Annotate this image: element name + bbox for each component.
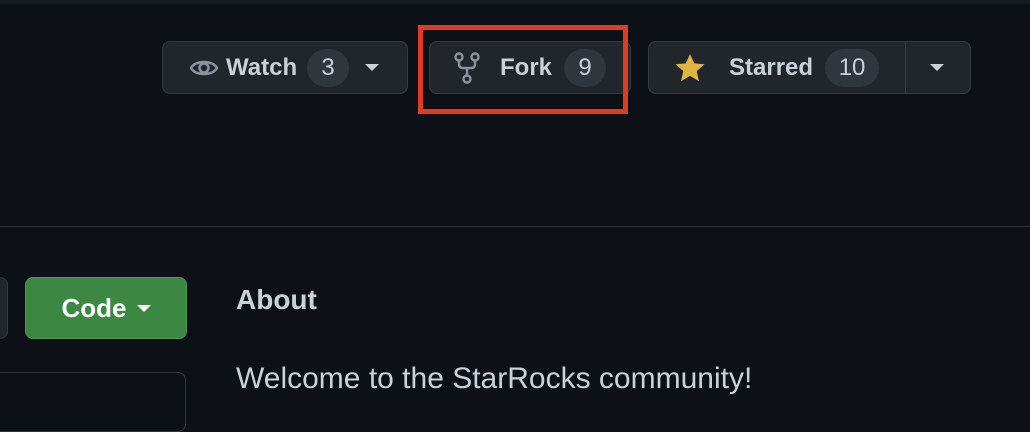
fork-label: Fork — [500, 53, 553, 81]
about-title: About — [236, 284, 317, 315]
starred-split-divider — [905, 42, 906, 93]
fork-button[interactable]: Fork 9 — [429, 41, 631, 94]
code-label: Code — [61, 292, 127, 323]
watch-button[interactable]: Watch 3 — [162, 41, 408, 94]
starred-label: Starred — [729, 53, 814, 81]
code-button[interactable]: Code — [25, 277, 187, 339]
branch-select-button[interactable] — [0, 277, 8, 339]
chevron-down-icon[interactable] — [365, 64, 380, 71]
starred-button[interactable]: Starred 10 — [648, 41, 971, 94]
header-divider — [0, 226, 1030, 227]
eye-icon — [188, 52, 220, 84]
repo-forked-icon — [452, 51, 482, 85]
fork-count: 9 — [564, 48, 607, 87]
file-list-box — [0, 372, 186, 432]
header-strip — [0, 0, 1030, 4]
star-filled-icon — [673, 52, 707, 84]
watch-count: 3 — [307, 48, 350, 87]
starred-count: 10 — [825, 48, 880, 87]
about-description: Welcome to the StarRocks community! — [236, 362, 753, 395]
chevron-down-icon[interactable] — [930, 64, 944, 71]
watch-label: Watch — [226, 53, 298, 81]
chevron-down-icon — [127, 304, 151, 312]
